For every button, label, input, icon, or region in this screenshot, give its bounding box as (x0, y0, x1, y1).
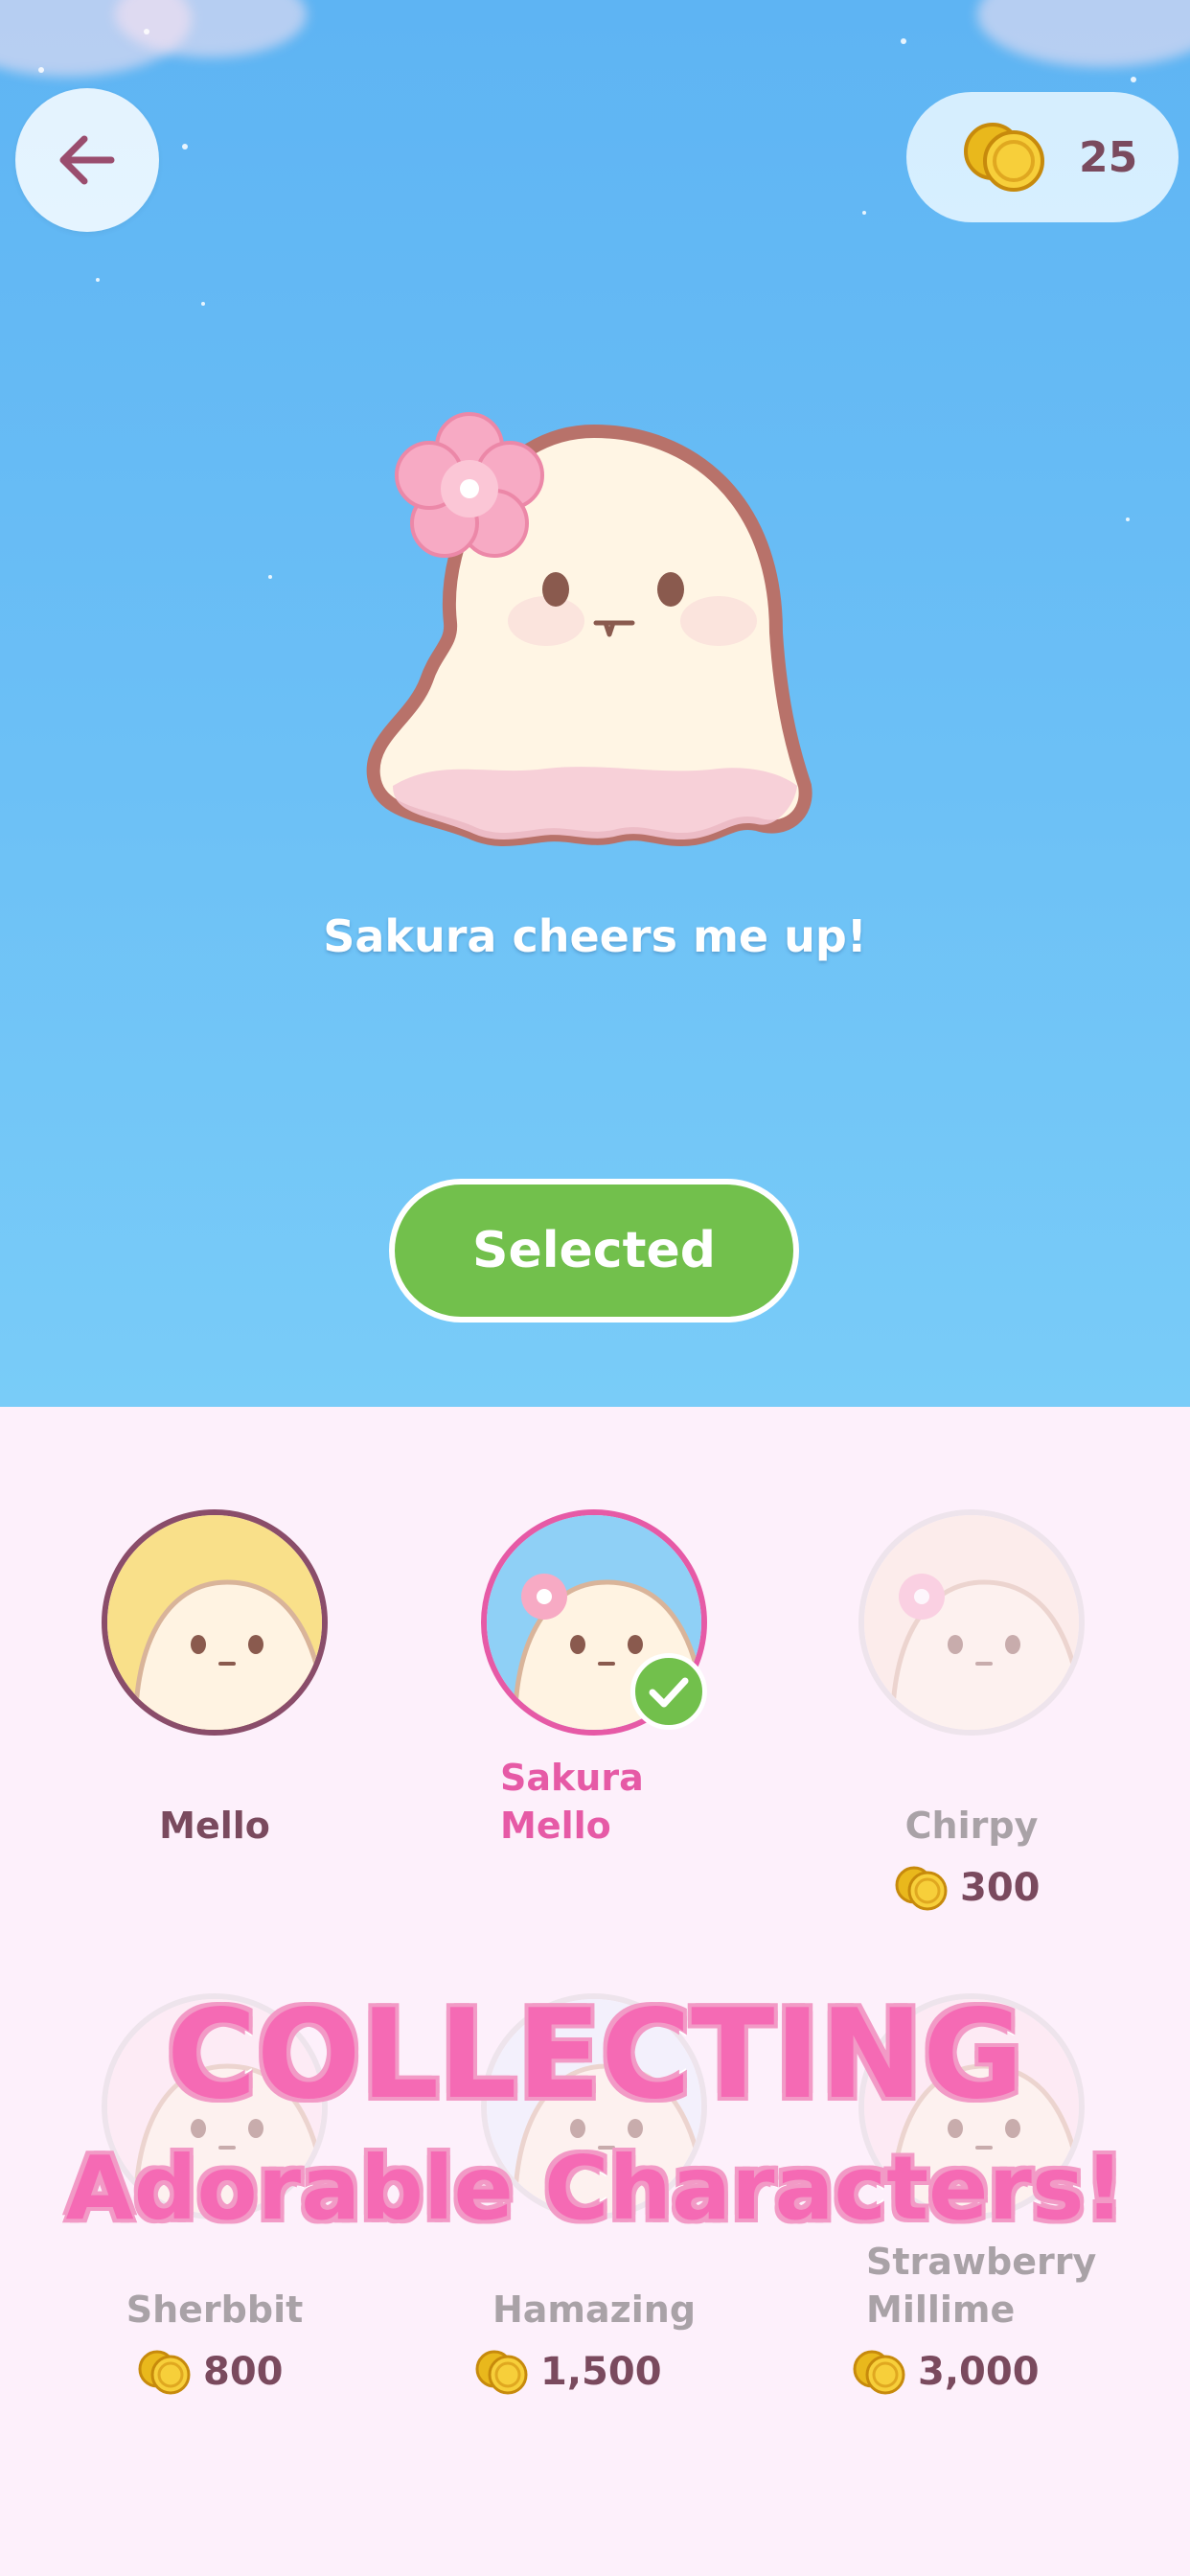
sparkle-decoration (182, 144, 188, 150)
character-card[interactable]: Chirpy 300 (790, 1509, 1154, 1950)
banner-title: COLLECTING (164, 1981, 1026, 2129)
back-button[interactable] (15, 88, 159, 232)
price-value: 3,000 (918, 2350, 1040, 2394)
pink-cloud-decoration (977, 0, 1190, 67)
banner-subtitle: Adorable Characters! (62, 2134, 1127, 2242)
selected-check-icon (630, 1653, 707, 1730)
character-tagline: Sakura cheers me up! (323, 910, 867, 962)
coin-count: 25 (1079, 132, 1138, 182)
character-price: 800 (136, 2348, 284, 2396)
coin-balance: 25 (906, 92, 1179, 222)
sparkle-decoration (1126, 518, 1130, 521)
character-price: 3,000 (851, 2348, 1040, 2396)
character-price: 300 (893, 1864, 1041, 1912)
sparkle-decoration (96, 278, 100, 282)
sparkle-decoration (201, 302, 205, 306)
character-card[interactable]: Mello (33, 1509, 397, 1950)
sparkle-decoration (901, 38, 906, 44)
character-name: Strawberry Millime (866, 2241, 1097, 2331)
sparkle-decoration (1131, 77, 1136, 82)
arrow-left-icon (59, 135, 115, 185)
character-name: Chirpy (904, 1805, 1039, 1847)
character-card[interactable]: Sakura Mello (412, 1509, 776, 1950)
price-value: 1,500 (540, 2350, 662, 2394)
character-name: Mello (159, 1805, 270, 1847)
coin-icon (475, 2350, 528, 2395)
coin-icon (853, 2350, 905, 2395)
character-face-icon (107, 1515, 322, 1730)
sparkle-decoration (38, 67, 44, 73)
sparkle-decoration (144, 29, 149, 34)
price-value: 300 (960, 1866, 1041, 1910)
character-face-icon (864, 1515, 1079, 1730)
sakura-mello-character (366, 412, 812, 846)
character-price: 1,500 (473, 2348, 662, 2396)
character-name: Hamazing (492, 2288, 697, 2331)
sparkle-decoration (268, 575, 272, 579)
character-avatar[interactable] (102, 1509, 328, 1736)
character-avatar[interactable] (858, 1509, 1085, 1736)
price-value: 800 (203, 2350, 284, 2394)
selected-button[interactable]: Selected (389, 1179, 799, 1322)
coin-icon (895, 1866, 948, 1911)
character-name: Sherbbit (126, 2288, 304, 2331)
coin-icon (138, 2350, 191, 2395)
coin-stack-icon (964, 123, 1044, 192)
sparkle-decoration (862, 211, 866, 215)
